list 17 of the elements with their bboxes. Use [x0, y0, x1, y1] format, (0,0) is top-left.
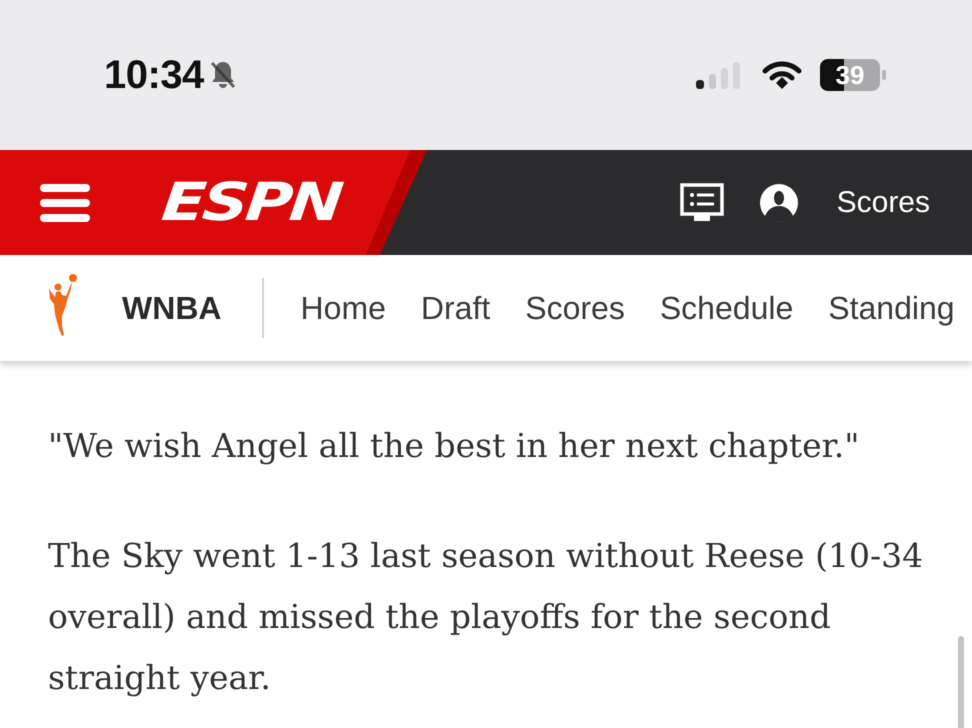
- nav-tab[interactable]: Draft: [420, 292, 490, 324]
- status-time: 10:34: [104, 55, 204, 95]
- league-name: WNBA: [122, 292, 222, 324]
- scores-link[interactable]: Scores: [836, 188, 930, 218]
- signal-icon: [694, 60, 742, 90]
- nav-tab[interactable]: Home: [300, 292, 386, 324]
- espn-logo[interactable]: ESPN: [159, 176, 344, 229]
- tv-list-icon[interactable]: [680, 182, 724, 222]
- article-paragraph: "We wish Angel all the best in her next chapter.": [48, 425, 860, 467]
- nav-tab[interactable]: Standing: [828, 292, 955, 324]
- nav-tab[interactable]: Scores: [525, 292, 625, 324]
- nav-tab[interactable]: Schedule: [660, 292, 794, 324]
- battery-nub-icon: [882, 70, 886, 80]
- user-icon[interactable]: [758, 182, 799, 222]
- wifi-icon: [762, 60, 802, 90]
- article-paragraph: The Sky went 1-13 last season without Reese (10-34 overall) and missed the playoffs for the second straight year.: [48, 535, 924, 699]
- menu-button[interactable]: [40, 182, 90, 224]
